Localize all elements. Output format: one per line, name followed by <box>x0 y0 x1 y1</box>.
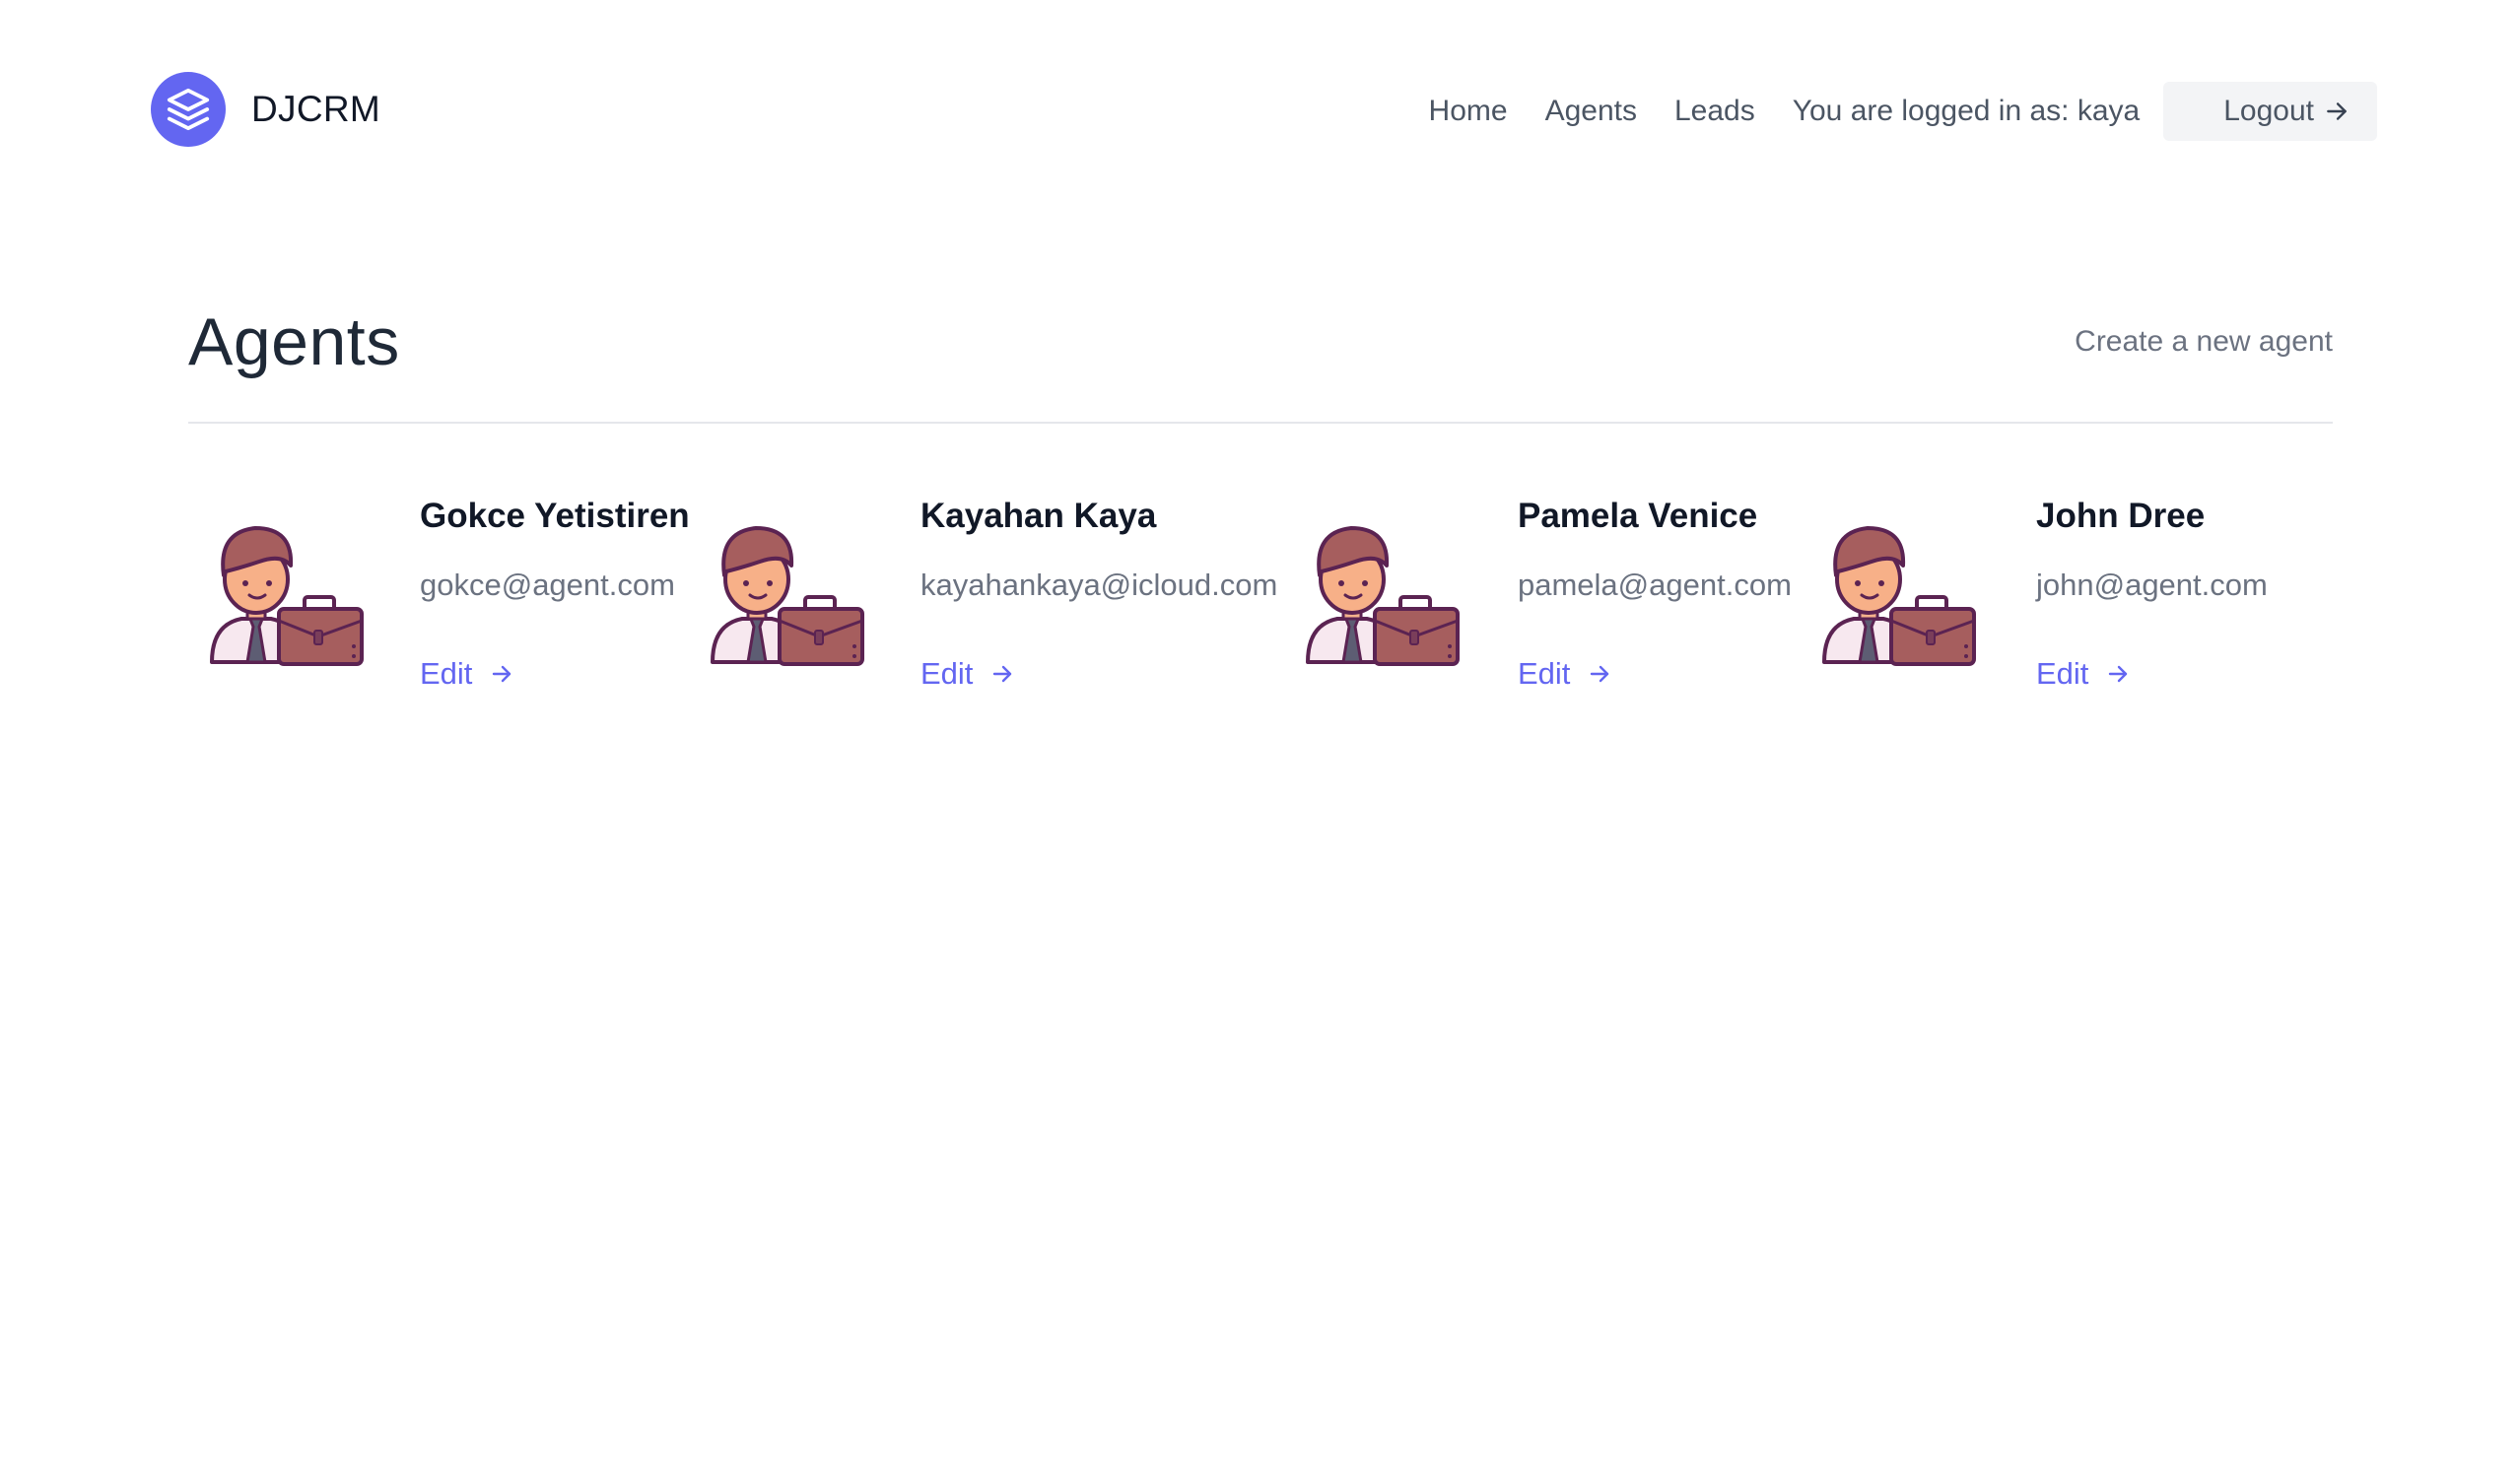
agent-email: pamela@agent.com <box>1518 568 1792 602</box>
create-agent-link[interactable]: Create a new agent <box>2075 325 2333 359</box>
nav-agents-link[interactable]: Agents <box>1545 82 1637 141</box>
agent-name: Kayahan Kaya <box>920 497 1157 535</box>
site-header: DJCRM Home Agents Leads You are logged i… <box>0 0 2520 223</box>
brand-home-link[interactable]: DJCRM <box>151 72 380 147</box>
agent-avatar <box>210 526 364 666</box>
agent-email: gokce@agent.com <box>420 568 675 602</box>
edit-label: Edit <box>2036 656 2089 691</box>
page-title: Agents <box>188 304 400 379</box>
agent-edit-link[interactable]: Edit <box>420 656 513 692</box>
agent-edit-link[interactable]: Edit <box>920 656 1014 692</box>
agent-name: Gokce Yetistiren <box>420 497 690 535</box>
brand-name: DJCRM <box>251 89 380 129</box>
agents-list: Gokce Yetistiren gokce@agent.com Edit Ka… <box>0 493 2520 729</box>
agent-card: Pamela Venice pamela@agent.com Edit <box>1304 493 1816 729</box>
layers-icon <box>151 72 226 147</box>
arrow-right-icon <box>2327 102 2347 120</box>
agent-edit-link[interactable]: Edit <box>1518 656 1611 692</box>
agent-avatar <box>711 526 864 666</box>
arrow-right-icon <box>493 665 511 683</box>
logout-button[interactable]: Logout <box>2163 82 2377 141</box>
main-nav: Home Agents Leads You are logged in as: … <box>1429 82 2377 141</box>
agent-card: Kayahan Kaya kayahankaya@icloud.com Edit <box>709 493 1300 729</box>
nav-leads-link[interactable]: Leads <box>1674 82 1755 141</box>
arrow-right-icon <box>2109 665 2128 683</box>
page-heading: Agents Create a new agent <box>188 296 2333 424</box>
edit-label: Edit <box>1518 656 1571 691</box>
logged-in-status: You are logged in as: kaya <box>1792 95 2141 127</box>
arrow-right-icon <box>993 665 1012 683</box>
agent-avatar <box>1822 526 1976 666</box>
agent-avatar <box>1306 526 1460 666</box>
agent-edit-link[interactable]: Edit <box>2036 656 2130 692</box>
agent-name: John Dree <box>2036 497 2206 535</box>
agent-email: john@agent.com <box>2036 568 2268 602</box>
agent-card: Gokce Yetistiren gokce@agent.com Edit <box>208 493 690 729</box>
agent-email: kayahankaya@icloud.com <box>920 568 1278 602</box>
agent-name: Pamela Venice <box>1518 497 1758 535</box>
arrow-right-icon <box>1591 665 1609 683</box>
nav-home-link[interactable]: Home <box>1429 82 1508 141</box>
edit-label: Edit <box>420 656 473 691</box>
edit-label: Edit <box>920 656 974 691</box>
logout-label: Logout <box>2223 95 2314 127</box>
agent-card: John Dree john@agent.com Edit <box>1820 493 2313 729</box>
